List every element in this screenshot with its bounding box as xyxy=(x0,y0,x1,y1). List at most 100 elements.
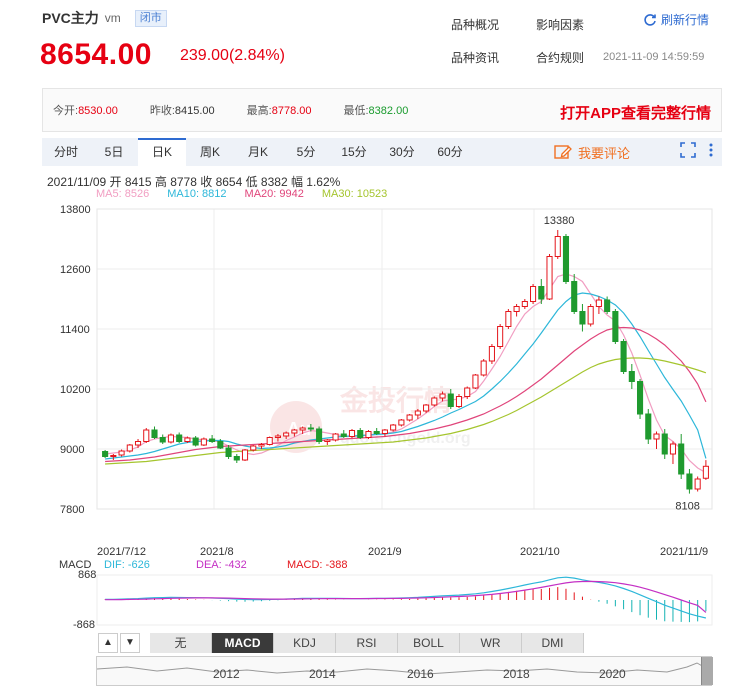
candle-body xyxy=(521,301,528,307)
indicator-tab-macd[interactable]: MACD xyxy=(212,633,274,653)
x-tick-label: 2021/10 xyxy=(520,546,560,558)
high-stat: 最高:8778.00 xyxy=(246,105,312,117)
candle-body xyxy=(332,433,339,441)
candle-body xyxy=(299,427,306,431)
candle-body xyxy=(200,438,207,446)
candle-body xyxy=(604,299,611,312)
candle-body xyxy=(167,434,175,443)
y-tick-label: 7800 xyxy=(60,504,84,516)
svg-text:Au: Au xyxy=(287,419,311,439)
candle-body xyxy=(595,299,602,307)
tab-intraday[interactable]: 分时 xyxy=(42,138,90,166)
contract-code: vm xyxy=(104,11,121,25)
candle-body xyxy=(143,429,150,442)
macd-tick-top: 868 xyxy=(78,569,96,581)
candle-body xyxy=(159,437,166,443)
candle-body xyxy=(488,346,495,362)
candle-body xyxy=(357,430,364,438)
quote-timestamp: 2021-11-09 14:59:59 xyxy=(603,51,705,63)
link-rules[interactable]: 合约规则 xyxy=(536,49,584,66)
candle-body xyxy=(669,443,677,455)
link-overview[interactable]: 品种概况 xyxy=(451,16,499,33)
market-status-badge: 闭市 xyxy=(134,9,167,27)
candle-body xyxy=(192,437,199,446)
tab-weekly-k[interactable]: 周K xyxy=(186,138,234,166)
tab-60min[interactable]: 60分 xyxy=(426,138,474,166)
candle-body xyxy=(513,306,520,312)
macd-frame xyxy=(96,574,713,626)
indicator-tab-wr[interactable]: WR xyxy=(460,633,522,653)
candle-body xyxy=(258,444,265,447)
refresh-icon xyxy=(644,13,656,26)
comment-label: 我要评论 xyxy=(578,145,631,161)
comment-button[interactable]: 我要评论 xyxy=(554,138,630,166)
candle-body xyxy=(176,434,183,442)
candle-body xyxy=(266,437,273,445)
scroll-left-button[interactable]: ▲ xyxy=(98,633,118,653)
navigator-handle[interactable] xyxy=(701,657,713,685)
candle-body xyxy=(587,306,594,325)
indicator-tabs: 无 MACD KDJ RSI BOLL WR DMI xyxy=(150,633,584,653)
candle-body xyxy=(209,438,216,442)
candle-body xyxy=(283,432,290,437)
candle-body xyxy=(464,387,471,397)
nav-year-2020: 2020 xyxy=(599,667,626,681)
candle-body xyxy=(423,404,430,412)
fullscreen-icon[interactable] xyxy=(680,142,696,158)
tab-daily-k[interactable]: 日K xyxy=(138,138,186,166)
macd-value-label: MACD: -388 xyxy=(287,559,348,571)
link-factors[interactable]: 影响因素 xyxy=(536,16,584,33)
candle-body xyxy=(439,393,446,399)
refresh-button[interactable]: 刷新行情 xyxy=(643,11,709,28)
candle-body xyxy=(645,413,652,440)
link-news[interactable]: 品种资讯 xyxy=(451,49,499,66)
candle-body xyxy=(480,360,487,376)
candle-body xyxy=(274,435,281,438)
nav-year-2012: 2012 xyxy=(213,667,240,681)
candle-body xyxy=(250,445,257,451)
contract-name: PVC主力 xyxy=(42,10,99,26)
indicator-tab-kdj[interactable]: KDJ xyxy=(274,633,336,653)
nav-year-2016: 2016 xyxy=(407,667,434,681)
nav-year-2018: 2018 xyxy=(503,667,530,681)
indicator-tab-none[interactable]: 无 xyxy=(150,633,212,653)
indicator-tab-boll[interactable]: BOLL xyxy=(398,633,460,653)
candle-body xyxy=(612,311,619,342)
candle-body xyxy=(414,410,421,416)
range-navigator[interactable]: 2012 2014 2016 2018 2020 xyxy=(96,656,713,686)
indicator-tab-dmi[interactable]: DMI xyxy=(522,633,584,653)
tab-15min[interactable]: 15分 xyxy=(330,138,378,166)
candle-body xyxy=(348,430,356,437)
candle-body xyxy=(217,441,224,449)
candle-body xyxy=(636,381,644,415)
app-promo-link[interactable]: 打开APP查看完整行情 xyxy=(560,102,711,123)
candle-body xyxy=(307,427,314,430)
tab-30min[interactable]: 30分 xyxy=(378,138,426,166)
scroll-right-button[interactable]: ▼ xyxy=(120,633,140,653)
prev-close-stat: 昨收:8415.00 xyxy=(149,105,215,117)
tab-5min[interactable]: 5分 xyxy=(282,138,330,166)
x-tick-label: 2021/7/12 xyxy=(97,546,146,558)
dif-label: DIF: -626 xyxy=(104,559,150,571)
candle-body xyxy=(505,311,512,327)
max-annotation: 13380 xyxy=(544,215,575,227)
candle-body xyxy=(126,444,133,452)
candle-body xyxy=(447,393,454,407)
x-tick-label: 2021/8 xyxy=(200,546,234,558)
indicator-tab-rsi[interactable]: RSI xyxy=(336,633,398,653)
candle-body xyxy=(497,326,504,347)
y-tick-label: 12600 xyxy=(60,264,91,276)
candle-body xyxy=(390,424,397,431)
tab-monthly-k[interactable]: 月K xyxy=(234,138,282,166)
last-price: 8654.00 xyxy=(40,38,152,71)
tab-5day[interactable]: 5日 xyxy=(90,138,138,166)
candle-body xyxy=(225,447,232,457)
candle-body xyxy=(324,439,331,442)
more-icon[interactable] xyxy=(708,142,714,158)
candle-body xyxy=(110,455,117,457)
title-row: PVC主力 vm 闭市 xyxy=(42,8,167,28)
dea-label: DEA: -432 xyxy=(196,559,247,571)
y-tick-label: 11400 xyxy=(60,324,90,336)
kline-chart[interactable]: Au金投行情quote.cngold.org138001260011400102… xyxy=(0,195,737,633)
candle-body xyxy=(562,236,570,282)
